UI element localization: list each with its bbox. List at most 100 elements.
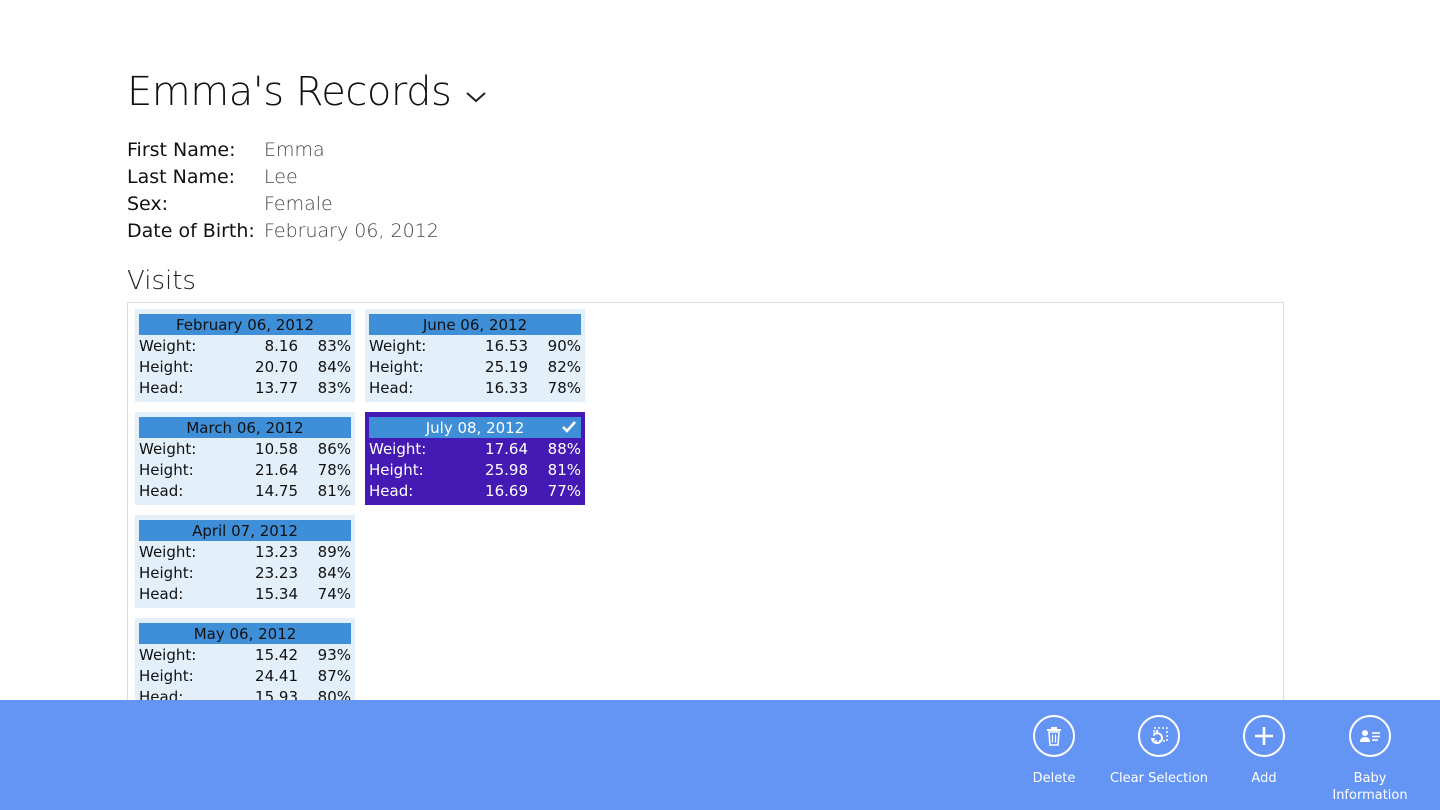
metric-value: 23.23 (255, 563, 298, 582)
metric-percentile: 89% (317, 542, 351, 561)
add-button[interactable]: Add (1209, 715, 1319, 787)
visit-date-text: February 06, 2012 (175, 315, 315, 334)
metric-value: 15.42 (255, 645, 298, 664)
metric-value: 17.64 (485, 439, 528, 458)
metric-label: Head: (139, 481, 184, 500)
page-title: Emma's Records (127, 69, 452, 115)
last-name-row: Last Name: Lee (127, 163, 439, 190)
clear-selection-label: Clear Selection (1109, 771, 1209, 786)
app-bar: Delete Clear Selection Add Baby Informat… (0, 700, 1440, 810)
metric-value: 13.23 (255, 542, 298, 561)
delete-circle (1033, 715, 1075, 757)
clear-selection-circle (1138, 715, 1180, 757)
metric-label: Height: (139, 357, 194, 376)
add-circle (1243, 715, 1285, 757)
metric-value: 10.58 (255, 439, 298, 458)
visit-row: Weight: 8.16 83% (139, 335, 351, 356)
visit-card[interactable]: June 06, 2012 Weight: 16.53 90% Height: 25.… (365, 309, 585, 402)
baby-information-label: Baby Information (1332, 771, 1408, 803)
visit-card[interactable]: May 06, 2012 Weight: 15.42 93% Height: 24.4… (135, 618, 355, 711)
visit-date-text: April 07, 2012 (192, 521, 298, 540)
visits-panel[interactable]: February 06, 2012 Weight: 8.16 83% Height:… (127, 302, 1284, 722)
visit-date: July 08, 2012 (369, 417, 581, 438)
metric-percentile: 84% (317, 357, 351, 376)
sex-row: Sex: Female (127, 190, 439, 217)
visit-row: Weight: 16.53 90% (369, 335, 581, 356)
metric-percentile: 83% (317, 378, 351, 397)
metric-label: Height: (139, 563, 194, 582)
first-name-value: Emma (264, 138, 325, 161)
metric-label: Weight: (369, 439, 427, 458)
metric-percentile: 78% (317, 460, 351, 479)
visit-card[interactable]: March 06, 2012 Weight: 10.58 86% Height: 21… (135, 412, 355, 505)
visit-card-selected[interactable]: July 08, 2012 Weight: 17.64 88% Height: 25.… (365, 412, 585, 505)
metric-value: 25.19 (485, 357, 528, 376)
visit-card[interactable]: February 06, 2012 Weight: 8.16 83% Height:… (135, 309, 355, 402)
metric-label: Height: (139, 666, 194, 685)
sex-label: Sex: (127, 192, 169, 215)
visit-row: Head: 14.75 81% (139, 480, 351, 501)
last-name-value: Lee (264, 165, 298, 188)
metric-value: 20.70 (255, 357, 298, 376)
metric-percentile: 77% (547, 481, 581, 500)
visit-date-text: July 08, 2012 (425, 418, 525, 437)
metric-label: Weight: (369, 336, 427, 355)
metric-percentile: 90% (547, 336, 581, 355)
visit-date: June 06, 2012 (369, 314, 581, 335)
metric-label: Height: (139, 460, 194, 479)
metric-value: 16.33 (485, 378, 528, 397)
title-row[interactable]: Emma's Records (127, 66, 487, 118)
metric-value: 15.34 (255, 584, 298, 603)
add-label: Add (1251, 771, 1277, 786)
metric-percentile: 86% (317, 439, 351, 458)
visit-date: March 06, 2012 (139, 417, 351, 438)
visit-row: Head: 15.34 74% (139, 583, 351, 604)
plus-icon (1255, 727, 1273, 745)
metric-percentile: 81% (317, 481, 351, 500)
metric-value: 21.64 (255, 460, 298, 479)
metric-percentile: 88% (547, 439, 581, 458)
metric-label: Head: (139, 378, 184, 397)
clear-selection-button[interactable]: Clear Selection (1104, 715, 1214, 787)
visit-row: Weight: 10.58 86% (139, 438, 351, 459)
metric-value: 14.75 (255, 481, 298, 500)
date-of-birth-value: February 06, 2012 (264, 219, 439, 242)
metric-percentile: 74% (317, 584, 351, 603)
metric-label: Weight: (139, 336, 197, 355)
visit-row: Height: 25.19 82% (369, 356, 581, 377)
visit-date: April 07, 2012 (139, 520, 351, 541)
metric-value: 25.98 (485, 460, 528, 479)
visit-row: Height: 23.23 84% (139, 562, 351, 583)
first-name-row: First Name: Emma (127, 136, 439, 163)
metric-label: Head: (369, 481, 414, 500)
visit-date: May 06, 2012 (139, 623, 351, 644)
visit-row: Height: 21.64 78% (139, 459, 351, 480)
metric-percentile: 82% (547, 357, 581, 376)
metric-percentile: 83% (317, 336, 351, 355)
visits-heading: Visits (127, 266, 196, 296)
delete-label: Delete (1032, 771, 1076, 786)
contact-card-icon (1360, 730, 1380, 742)
visit-date-text: June 06, 2012 (422, 315, 528, 334)
metric-value: 16.53 (485, 336, 528, 355)
visit-row: Weight: 17.64 88% (369, 438, 581, 459)
metric-label: Weight: (139, 439, 197, 458)
visit-row: Height: 24.41 87% (139, 665, 351, 686)
visit-date: February 06, 2012 (139, 314, 351, 335)
visit-row: Height: 25.98 81% (369, 459, 581, 480)
metric-label: Height: (369, 460, 424, 479)
chevron-down-icon[interactable] (465, 90, 487, 104)
metric-value: 24.41 (255, 666, 298, 685)
metric-label: Height: (369, 357, 424, 376)
clear-selection-icon (1151, 727, 1168, 744)
baby-information-button[interactable]: Baby Information (1315, 715, 1425, 804)
metric-label: Head: (369, 378, 414, 397)
visit-row: Weight: 13.23 89% (139, 541, 351, 562)
metric-percentile: 78% (547, 378, 581, 397)
visit-row: Head: 16.33 78% (369, 377, 581, 398)
delete-button[interactable]: Delete (999, 715, 1109, 787)
metric-value: 16.69 (485, 481, 528, 500)
visit-card[interactable]: April 07, 2012 Weight: 13.23 89% Height: 23… (135, 515, 355, 608)
baby-information-circle (1349, 715, 1391, 757)
checkmark-icon (562, 421, 576, 433)
